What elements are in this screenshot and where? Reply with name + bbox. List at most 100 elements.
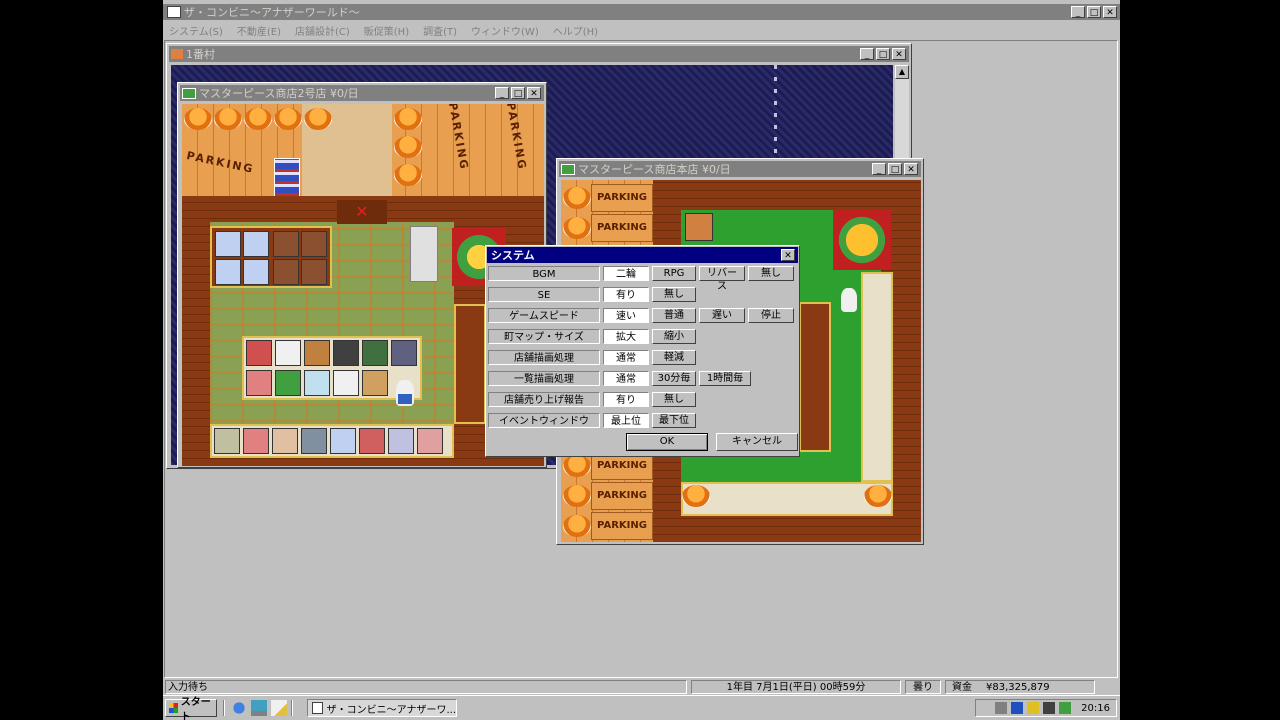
ok-button[interactable]: OK	[626, 433, 708, 451]
shelf-right[interactable]	[861, 272, 893, 482]
option-se-none[interactable]: 無し	[652, 287, 696, 302]
option-map-shrink[interactable]: 縮小	[652, 329, 696, 344]
store2-window-controls: _ □ ✕	[493, 87, 541, 99]
system-dialog-controls: ✕	[779, 249, 795, 261]
notepad-icon[interactable]	[271, 700, 287, 716]
bollard-icon	[563, 515, 591, 537]
start-button[interactable]: スタート	[165, 697, 217, 720]
bollard-icon	[244, 108, 272, 130]
product-icon	[243, 259, 269, 285]
option-speed-stop[interactable]: 停止	[748, 308, 794, 323]
bollard-icon	[394, 164, 422, 186]
setting-row-se: SE 有り 無し	[488, 286, 696, 303]
setting-value-store-render[interactable]: 通常	[603, 350, 649, 365]
cancel-button[interactable]: キャンセル	[716, 433, 798, 451]
setting-value-list-render[interactable]: 通常	[603, 371, 649, 386]
menu-store-design[interactable]: 店舗設計(C)	[295, 23, 350, 38]
option-speed-slow[interactable]: 遅い	[699, 308, 745, 323]
bollard-icon	[682, 485, 710, 507]
setting-label-store-render: 店舗描画処理	[488, 350, 600, 365]
parking-label: PARKING	[591, 214, 653, 242]
bollard-icon	[274, 108, 302, 130]
menu-real-estate[interactable]: 不動産(E)	[237, 23, 281, 38]
menu-help[interactable]: ヘルプ(H)	[553, 23, 598, 38]
product-icon	[275, 340, 301, 366]
parking-label: PARKING	[591, 512, 653, 540]
option-list-1hour[interactable]: 1時間毎	[699, 371, 751, 386]
app-titlebar: ザ・コンビニ～アナザーワールド～ _ □ ✕	[163, 4, 1120, 20]
setting-label-bgm: BGM	[488, 266, 600, 281]
product-icon	[388, 428, 414, 454]
browser-icon[interactable]	[231, 700, 247, 716]
setting-value-game-speed[interactable]: 速い	[603, 308, 649, 323]
taskbar-divider	[291, 700, 293, 716]
maximize-icon[interactable]: □	[888, 163, 902, 175]
close-icon[interactable]: ✕	[781, 249, 795, 261]
minimize-icon[interactable]: _	[860, 48, 874, 60]
menu-promotion[interactable]: 販促策(H)	[364, 23, 409, 38]
desktop-icon[interactable]	[251, 700, 267, 716]
store2-title: マスターピース商店2号店 ¥0/日	[199, 87, 359, 100]
shelf-bottom[interactable]	[681, 482, 893, 516]
tray-ime-icon[interactable]	[1011, 702, 1024, 714]
status-funds: 資金 ¥83,325,879	[945, 680, 1095, 694]
product-icon	[243, 428, 269, 454]
option-bgm-none[interactable]: 無し	[748, 266, 794, 281]
minimize-icon[interactable]: _	[872, 163, 886, 175]
tray-status-icon[interactable]	[1059, 702, 1072, 714]
close-icon[interactable]: ✕	[527, 87, 541, 99]
taskbar-app-button[interactable]: ザ・コンビニ～アナザーワ...	[307, 699, 457, 717]
bollard-icon	[563, 455, 591, 477]
system-tray: 20:16	[975, 699, 1117, 717]
maximize-icon[interactable]: □	[1087, 6, 1101, 18]
product-icon	[246, 340, 272, 366]
close-icon[interactable]: ✕	[892, 48, 906, 60]
option-bgm-rpg[interactable]: RPG	[652, 266, 696, 281]
setting-value-sales-report[interactable]: 有り	[603, 392, 649, 407]
maximize-icon[interactable]: □	[876, 48, 890, 60]
minimize-icon[interactable]: _	[1071, 6, 1085, 18]
desktop: ザ・コンビニ～アナザーワールド～ _ □ ✕ システム(S) 不動産(E) 店舗…	[163, 0, 1120, 720]
shelf-middle[interactable]	[242, 336, 422, 400]
town-title: 1番村	[186, 48, 215, 61]
menu-research[interactable]: 調査(T)	[423, 23, 457, 38]
option-list-30min[interactable]: 30分毎	[652, 371, 696, 386]
option-sales-report-none[interactable]: 無し	[652, 392, 696, 407]
clock[interactable]: 20:16	[1081, 703, 1110, 714]
bollard-icon	[563, 217, 591, 239]
close-icon[interactable]: ✕	[1103, 6, 1117, 18]
option-bgm-reverse[interactable]: リバース	[699, 266, 745, 292]
setting-value-se[interactable]: 有り	[603, 287, 649, 302]
tray-volume-icon[interactable]	[1027, 702, 1040, 714]
menu-system[interactable]: システム(S)	[169, 23, 223, 38]
product-icon	[275, 370, 301, 396]
product-icon	[246, 370, 272, 396]
close-icon[interactable]: ✕	[904, 163, 918, 175]
quick-launch	[231, 700, 287, 716]
bollard-icon	[563, 485, 591, 507]
setting-value-bgm[interactable]: 二輪	[603, 266, 649, 281]
setting-row-sales-report: 店舗売り上げ報告 有り 無し	[488, 391, 696, 408]
tray-monitor-icon[interactable]	[1043, 702, 1056, 714]
shelf-center[interactable]	[799, 302, 831, 452]
clerk-character	[396, 380, 414, 406]
maximize-icon[interactable]: □	[511, 87, 525, 99]
setting-value-event-window[interactable]: 最上位	[603, 413, 649, 428]
setting-value-map-size[interactable]: 拡大	[603, 329, 649, 344]
menu-bar: システム(S) 不動産(E) 店舗設計(C) 販促策(H) 調査(T) ウィンド…	[163, 21, 1120, 39]
parking-label: PARKING	[591, 184, 653, 212]
minimize-icon[interactable]: _	[495, 87, 509, 99]
shelf-right[interactable]	[454, 304, 486, 424]
tray-network-icon[interactable]	[995, 702, 1008, 714]
parking-space: PARKING	[563, 214, 653, 242]
shelf-bottom[interactable]	[210, 424, 454, 458]
option-speed-normal[interactable]: 普通	[652, 308, 696, 323]
system-dialog[interactable]: システム ✕ BGM 二輪 RPG リバース 無し SE 有り 無し ゲームスピ…	[485, 245, 800, 457]
menu-window[interactable]: ウィンドウ(W)	[471, 23, 539, 38]
scroll-up-icon[interactable]: ▲	[895, 65, 909, 79]
shelf-top-left[interactable]	[210, 226, 332, 288]
option-store-render-light[interactable]: 軽減	[652, 350, 696, 365]
funds-label: 資金	[952, 682, 972, 693]
option-event-bottom[interactable]: 最下位	[652, 413, 696, 428]
product-icon	[215, 231, 241, 257]
